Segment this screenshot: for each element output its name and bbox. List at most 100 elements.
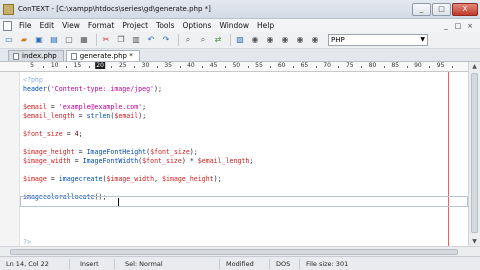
tab-label: generate.php *: [79, 52, 133, 60]
ruler-tick: [179, 66, 181, 68]
ruler: 5 10 15 20 25 30 35 40 45 50 55 60 65 70 75 80 85 90 95: [20, 62, 468, 72]
ruler-tick: [338, 66, 340, 68]
tab-index-php[interactable]: index.php: [8, 50, 64, 61]
find-next-icon[interactable]: ⌕: [197, 34, 209, 46]
code-line[interactable]: <?php: [23, 76, 43, 85]
ruler-tick: [383, 66, 385, 68]
code-editor[interactable]: <?php header('Content-type: image/jpeg');…: [20, 72, 468, 246]
code-line[interactable]: $email_length = strlen($email);: [23, 112, 146, 121]
ruler-label: 50: [232, 62, 241, 69]
tool2-icon[interactable]: ◉: [264, 34, 276, 46]
menu-format[interactable]: Format: [84, 21, 118, 30]
menu-tools[interactable]: Tools: [152, 21, 178, 30]
ruler-label: 10: [50, 62, 59, 69]
tab-label: index.php: [22, 52, 57, 60]
doc-close-button[interactable]: ×: [464, 22, 476, 30]
close-button[interactable]: X: [452, 2, 478, 16]
document-icon: [3, 20, 12, 31]
ruler-label: 35: [164, 62, 173, 69]
php-file-icon: [70, 52, 77, 60]
tool5-icon[interactable]: ◉: [309, 34, 321, 46]
status-selection: Sel: Normal: [115, 258, 220, 269]
ruler-tick: [429, 66, 431, 68]
window-title: ConTEXT - [C:\xampp\htdocs\series\gd\gen…: [18, 5, 211, 13]
tool4-icon[interactable]: ◉: [294, 34, 306, 46]
horizontal-scrollbar[interactable]: [0, 246, 480, 256]
ruler-label: 65: [300, 62, 309, 69]
title-bar: ConTEXT - [C:\xampp\htdocs\series\gd\gen…: [0, 0, 480, 19]
copy-icon[interactable]: ❐: [115, 34, 127, 46]
ruler-tick: [451, 66, 453, 68]
ruler-label: 70: [323, 62, 331, 69]
menu-project[interactable]: Project: [118, 21, 152, 30]
code-line[interactable]: $image = imagecreate($image_width, $imag…: [23, 175, 222, 184]
ruler-tick: [224, 66, 226, 68]
highlighter-select[interactable]: PHP ▼: [328, 34, 428, 46]
tab-generate-php[interactable]: generate.php *: [65, 50, 140, 61]
replace-icon[interactable]: ⇄: [212, 34, 224, 46]
scroll-up-icon[interactable]: ▲: [470, 62, 479, 71]
php-file-icon: [13, 52, 19, 60]
ruler-label: 80: [368, 62, 377, 69]
redo-icon[interactable]: ↷: [160, 34, 172, 46]
menu-bar: File Edit View Format Project Tools Opti…: [0, 19, 480, 32]
code-line[interactable]: $image_width = ImageFontWidth($font_size…: [23, 157, 253, 166]
status-state: Modified: [220, 258, 270, 269]
ruler-tick: [156, 66, 158, 68]
ruler-label: 25: [118, 62, 127, 69]
code-line[interactable]: $email = 'example@example.com';: [23, 103, 146, 112]
code-line[interactable]: header('Content-type: image/jpeg');: [23, 85, 162, 94]
highlighter-value: PHP: [331, 36, 345, 44]
save-icon[interactable]: ▣: [33, 34, 45, 46]
scroll-down-icon[interactable]: ▼: [470, 237, 479, 246]
menu-view[interactable]: View: [58, 21, 84, 30]
ruler-tick: [88, 66, 90, 68]
code-line[interactable]: imagecolorallocate();: [23, 193, 106, 202]
close-file-icon[interactable]: ▢: [63, 34, 75, 46]
undo-icon[interactable]: ↶: [145, 34, 157, 46]
bookmark-icon[interactable]: ▧: [234, 34, 246, 46]
ruler-tick: [406, 66, 408, 68]
text-caret: [118, 198, 119, 206]
menu-file[interactable]: File: [15, 21, 36, 30]
tab-bar: index.php generate.php *: [0, 49, 480, 62]
ruler-tick: [361, 66, 363, 68]
tool1-icon[interactable]: ◉: [249, 34, 261, 46]
status-filesize: File size: 301: [306, 259, 349, 268]
menu-window[interactable]: Window: [215, 21, 253, 30]
open-folder-icon[interactable]: ▰: [18, 34, 30, 46]
menu-help[interactable]: Help: [253, 21, 278, 30]
paste-icon[interactable]: ▥: [130, 34, 142, 46]
ruler-tick: [43, 66, 45, 68]
doc-minimize-button[interactable]: _: [440, 22, 452, 30]
vertical-scroll-thumb[interactable]: [471, 73, 478, 233]
toolbar: ▭ ▰ ▣ ▤ ▢ ▦ ✂ ❐ ▥ ↶ ↷ ⌕ ⌕ ⇄ ▧ ◉ ◉ ◉ ◉ ◉ …: [0, 32, 480, 49]
doc-restore-button[interactable]: □: [452, 22, 464, 30]
ruler-tick: [270, 66, 272, 68]
toolbar-separator: [230, 34, 231, 46]
find-icon[interactable]: ⌕: [182, 34, 194, 46]
app-icon: [3, 3, 14, 15]
status-bar: Ln 14, Col 22 Insert Sel: Normal Modifie…: [0, 256, 480, 270]
save-all-icon[interactable]: ▤: [48, 34, 60, 46]
ruler-label: 20: [95, 62, 105, 69]
menu-edit[interactable]: Edit: [36, 21, 59, 30]
ruler-corner: [0, 62, 20, 72]
code-line[interactable]: $image_height = ImageFontHeight($font_si…: [23, 148, 198, 157]
new-file-icon[interactable]: ▭: [3, 34, 15, 46]
print-icon[interactable]: ▦: [78, 34, 90, 46]
ruler-label: 45: [209, 62, 218, 69]
status-format: DOS: [270, 258, 300, 269]
horizontal-scroll-thumb[interactable]: [10, 249, 458, 255]
line-gutter: [0, 72, 20, 246]
code-line[interactable]: $font_size = 4;: [23, 130, 83, 139]
cut-icon[interactable]: ✂: [100, 34, 112, 46]
ruler-label: 40: [187, 62, 195, 69]
toolbar-separator: [96, 34, 97, 46]
ruler-label: 90: [414, 62, 422, 69]
tool3-icon[interactable]: ◉: [279, 34, 291, 46]
menu-options[interactable]: Options: [179, 21, 216, 30]
maximize-button[interactable]: □: [432, 2, 451, 16]
minimize-button[interactable]: _: [412, 2, 431, 16]
vertical-scrollbar[interactable]: ▲ ▼: [468, 62, 480, 246]
